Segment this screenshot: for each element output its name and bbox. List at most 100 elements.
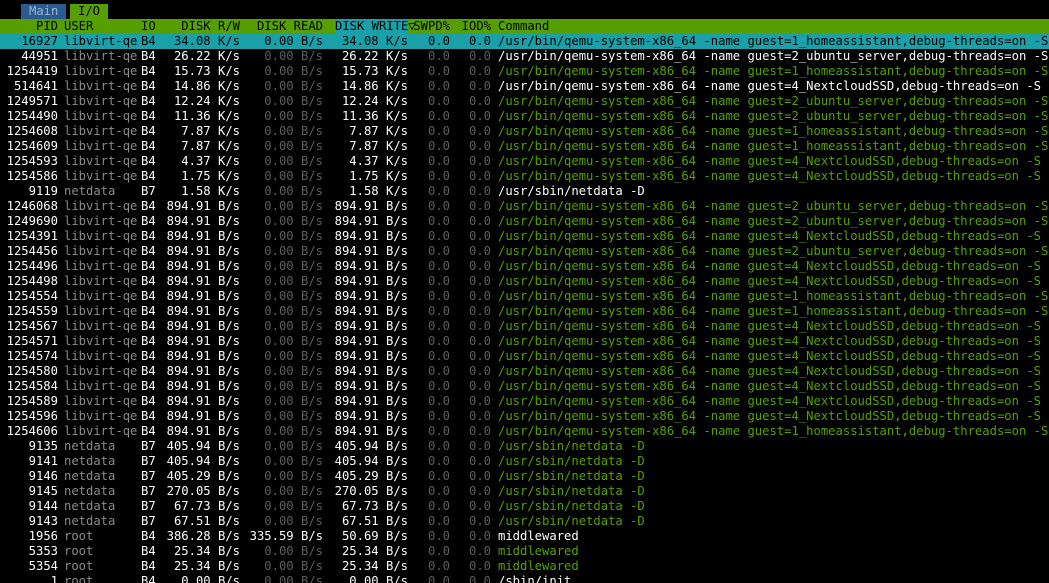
header-command[interactable]: Command [498,19,1049,34]
process-row[interactable]: 1254584 libvirt-qe B4 894.91 B/s 0.00 B/s 894… [0,379,1049,394]
disk-rw-cell: 7.87 K/s [181,124,240,138]
user-cell: libvirt-qe [64,94,138,108]
header-io[interactable]: IO [141,19,163,34]
process-row[interactable]: 1254609 libvirt-qe B4 7.87 K/s 0.00 B/s 7.87 … [0,139,1049,154]
io-priority-cell: B4 [141,169,156,183]
disk-rw-cell: 67.51 B/s [173,514,240,528]
process-row[interactable]: 9119 netdata B7 1.58 K/s 0.00 B/s 1.58 K/s 0.0… [0,184,1049,199]
header-disk-rw[interactable]: DISK R/W [165,19,240,34]
tab-bar: Main I/O [0,4,1049,19]
process-row[interactable]: 1254596 libvirt-qe B4 894.91 B/s 0.00 B/s 894… [0,409,1049,424]
header-iod[interactable]: IOD% [451,19,491,34]
iod-cell: 0.0 [468,34,491,48]
io-priority-cell: B4 [141,124,156,138]
disk-rw-cell: 894.91 B/s [166,244,240,258]
process-row[interactable]: 514641 libvirt-qe B4 14.86 K/s 0.00 B/s 14.86… [0,79,1049,94]
header-swpd[interactable]: SWPD% [408,19,450,34]
command-cell: /usr/bin/qemu-system-x86_64 -name guest=… [498,289,1049,303]
process-row[interactable]: 1956 root B4 386.28 B/s 335.59 B/s 50.69 B/s 0… [0,529,1049,544]
process-row[interactable]: 16927 libvirt-qe B4 34.08 K/s 0.00 B/s 34.08 … [0,34,1049,49]
process-row[interactable]: 1 root B4 0.00 B/s 0.00 B/s 0.00 B/s 0.0 0.0/sb… [0,574,1049,583]
command-cell: /usr/bin/qemu-system-x86_64 -name guest=… [498,214,1049,228]
process-row[interactable]: 9144 netdata B7 67.73 B/s 0.00 B/s 67.73 B/s 0… [0,499,1049,514]
process-row[interactable]: 1254496 libvirt-qe B4 894.91 B/s 0.00 B/s 894… [0,259,1049,274]
process-row[interactable]: 1254559 libvirt-qe B4 894.91 B/s 0.00 B/s 894… [0,304,1049,319]
header-disk-read[interactable]: DISK READ [245,19,323,34]
header-pid[interactable]: PID [0,19,58,34]
process-row[interactable]: 9145 netdata B7 270.05 B/s 0.00 B/s 270.05 B/… [0,484,1049,499]
swpd-cell: 0.0 [427,499,450,513]
process-row[interactable]: 1254593 libvirt-qe B4 4.37 K/s 0.00 B/s 4.37 … [0,154,1049,169]
process-row[interactable]: 1254580 libvirt-qe B4 894.91 B/s 0.00 B/s 894… [0,364,1049,379]
process-row[interactable]: 5354 root B4 25.34 B/s 0.00 B/s 25.34 B/s 0.0 0… [0,559,1049,574]
process-row[interactable]: 1254498 libvirt-qe B4 894.91 B/s 0.00 B/s 894… [0,274,1049,289]
swpd-cell: 0.0 [427,349,450,363]
pid-cell: 1254606 [6,424,58,438]
process-row[interactable]: 1254586 libvirt-qe B4 1.75 K/s 0.00 B/s 1.75 … [0,169,1049,184]
process-row[interactable]: 9135 netdata B7 405.94 B/s 0.00 B/s 405.94 B/… [0,439,1049,454]
header-user[interactable]: USER [64,19,134,34]
swpd-cell: 0.0 [427,64,450,78]
disk-rw-cell: 12.24 K/s [173,94,240,108]
disk-write-cell: 894.91 B/s [334,424,408,438]
command-cell: /usr/bin/qemu-system-x86_64 -name guest=… [498,49,1049,63]
io-priority-cell: B4 [141,244,156,258]
process-row[interactable]: 5353 root B4 25.34 B/s 0.00 B/s 25.34 B/s 0.0 0… [0,544,1049,559]
header-disk-write[interactable]: DISK WRITE▽ [335,19,416,34]
process-row[interactable]: 1254606 libvirt-qe B4 894.91 B/s 0.00 B/s 894… [0,424,1049,439]
htop-terminal: Main I/O PID USER IO DISK R/W DISK READ … [0,0,1049,583]
process-row[interactable]: 1254490 libvirt-qe B4 11.36 K/s 0.00 B/s 11.3… [0,109,1049,124]
disk-write-cell: 894.91 B/s [334,259,408,273]
user-cell: libvirt-qe [64,274,138,288]
process-row[interactable]: 9146 netdata B7 405.29 B/s 0.00 B/s 405.29 B/… [0,469,1049,484]
process-row[interactable]: 1254554 libvirt-qe B4 894.91 B/s 0.00 B/s 894… [0,289,1049,304]
disk-write-cell: 14.86 K/s [341,79,408,93]
user-cell: libvirt-qe [64,334,138,348]
user-cell: libvirt-qe [64,199,138,213]
iod-cell: 0.0 [468,274,491,288]
process-row[interactable]: 1249571 libvirt-qe B4 12.24 K/s 0.00 B/s 12.2… [0,94,1049,109]
pid-cell: 1254456 [6,244,58,258]
process-row[interactable]: 1254391 libvirt-qe B4 894.91 B/s 0.00 B/s 894… [0,229,1049,244]
process-row[interactable]: 1254574 libvirt-qe B4 894.91 B/s 0.00 B/s 894… [0,349,1049,364]
process-row[interactable]: 9141 netdata B7 405.94 B/s 0.00 B/s 405.94 B/… [0,454,1049,469]
process-row[interactable]: 1254567 libvirt-qe B4 894.91 B/s 0.00 B/s 894… [0,319,1049,334]
process-row[interactable]: 1254419 libvirt-qe B4 15.73 K/s 0.00 B/s 15.7… [0,64,1049,79]
swpd-cell: 0.0 [427,514,450,528]
user-cell: libvirt-qe [64,409,138,423]
command-cell: /usr/bin/qemu-system-x86_64 -name guest=… [498,169,1049,183]
process-row[interactable]: 1254456 libvirt-qe B4 894.91 B/s 0.00 B/s 894… [0,244,1049,259]
user-cell: root [64,544,94,558]
process-row[interactable]: 9143 netdata B7 67.51 B/s 0.00 B/s 67.51 B/s 0… [0,514,1049,529]
process-row[interactable]: 44951 libvirt-qe B4 26.22 K/s 0.00 B/s 26.22 … [0,49,1049,64]
user-cell: libvirt-qe [64,289,138,303]
swpd-cell: 0.0 [427,379,450,393]
process-row[interactable]: 1246068 libvirt-qe B4 894.91 B/s 0.00 B/s 894… [0,199,1049,214]
disk-write-cell: 894.91 B/s [334,274,408,288]
io-priority-cell: B4 [141,154,156,168]
swpd-cell: 0.0 [427,409,450,423]
io-priority-cell: B4 [141,364,156,378]
swpd-cell: 0.0 [427,49,450,63]
disk-write-cell: 4.37 K/s [349,154,408,168]
user-cell: libvirt-qe [64,139,138,153]
disk-write-cell: 12.24 K/s [341,94,408,108]
command-cell: /usr/bin/qemu-system-x86_64 -name guest=… [498,274,1049,288]
command-cell: /usr/bin/qemu-system-x86_64 -name guest=… [498,319,1049,333]
disk-rw-cell: 25.34 B/s [173,544,240,558]
tab-main[interactable]: Main [21,4,67,19]
command-cell: /usr/bin/qemu-system-x86_64 -name guest=… [498,154,1049,168]
io-priority-cell: B4 [141,139,156,153]
tab-io[interactable]: I/O [70,4,109,19]
disk-write-cell: 270.05 B/s [334,484,408,498]
user-cell: libvirt-qe [64,424,138,438]
process-row[interactable]: 1254571 libvirt-qe B4 894.91 B/s 0.00 B/s 894… [0,334,1049,349]
disk-rw-cell: 1.58 K/s [181,184,240,198]
process-row[interactable]: 1254608 libvirt-qe B4 7.87 K/s 0.00 B/s 7.87 … [0,124,1049,139]
disk-read-cell: 0.00 B/s [264,244,323,258]
disk-write-cell: 15.73 K/s [341,64,408,78]
disk-read-cell: 0.00 B/s [264,79,323,93]
process-row[interactable]: 1249690 libvirt-qe B4 894.91 B/s 0.00 B/s 894… [0,214,1049,229]
process-row[interactable]: 1254589 libvirt-qe B4 894.91 B/s 0.00 B/s 894… [0,394,1049,409]
iod-cell: 0.0 [468,64,491,78]
